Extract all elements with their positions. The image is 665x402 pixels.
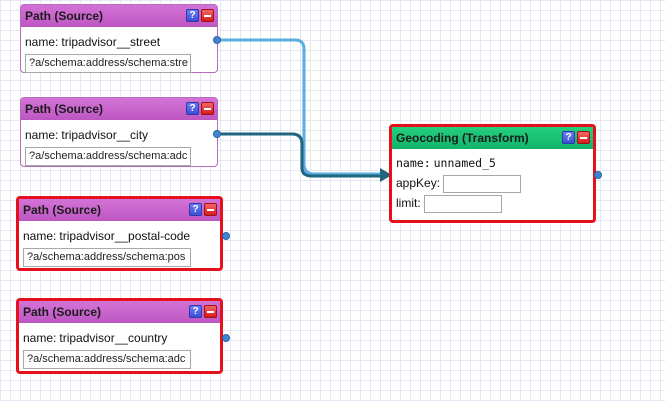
name-value: tripadvisor__country	[59, 331, 168, 345]
wire-city-to-geocoding[interactable]	[218, 132, 382, 178]
output-port[interactable]	[213, 130, 221, 138]
node-title: Path (Source)	[25, 9, 104, 23]
node-header[interactable]: Path (Source) ?	[19, 199, 220, 221]
name-field: name: tripadvisor__country	[23, 328, 216, 348]
appkey-label: appKey:	[396, 176, 441, 190]
node-title: Path (Source)	[23, 305, 102, 319]
source-node-street[interactable]: Path (Source) ? name: tripadvisor__street…	[20, 4, 221, 73]
output-port[interactable]	[222, 232, 230, 240]
name-field: name: tripadvisor__street	[25, 32, 213, 52]
path-input[interactable]: ?a/schema:address/schema:pos	[23, 248, 191, 267]
name-field: name: tripadvisor__postal-code	[23, 226, 216, 246]
name-field: name: unnamed_5	[396, 153, 589, 173]
help-icon[interactable]: ?	[186, 102, 199, 115]
name-label: name:	[25, 35, 59, 49]
help-icon[interactable]: ?	[562, 131, 575, 144]
remove-icon[interactable]	[201, 9, 214, 22]
limit-label: limit:	[396, 196, 421, 210]
node-header[interactable]: Path (Source) ?	[21, 5, 217, 27]
node-title: Path (Source)	[23, 203, 102, 217]
name-value: unnamed_5	[433, 156, 496, 170]
name-value: tripadvisor__city	[61, 128, 149, 142]
name-label: name:	[23, 331, 57, 345]
name-label: name:	[23, 229, 57, 243]
node-header[interactable]: Path (Source) ?	[21, 98, 217, 120]
node-title: Geocoding (Transform)	[396, 131, 529, 145]
appkey-input[interactable]	[443, 174, 522, 193]
path-input[interactable]: ?a/schema:address/schema:adc	[23, 350, 191, 369]
node-title: Path (Source)	[25, 102, 104, 116]
workflow-canvas[interactable]: Path (Source) ? name: tripadvisor__street…	[0, 0, 665, 402]
output-port[interactable]	[222, 334, 230, 342]
transform-node-geocoding[interactable]: Geocoding (Transform) ? name: unnamed_5 a…	[389, 124, 602, 223]
name-field: name: tripadvisor__city	[25, 125, 213, 145]
help-icon[interactable]: ?	[189, 305, 202, 318]
wire-street-to-geocoding[interactable]	[218, 38, 382, 176]
limit-field: limit:	[396, 193, 589, 213]
name-value: tripadvisor__postal-code	[59, 229, 191, 243]
help-icon[interactable]: ?	[186, 9, 199, 22]
remove-icon[interactable]	[204, 305, 217, 318]
appkey-field: appKey:	[396, 173, 589, 193]
source-node-city[interactable]: Path (Source) ? name: tripadvisor__city ?…	[20, 97, 221, 167]
limit-input[interactable]	[423, 194, 502, 213]
output-port[interactable]	[213, 36, 221, 44]
remove-icon[interactable]	[201, 102, 214, 115]
remove-icon[interactable]	[204, 203, 217, 216]
node-header[interactable]: Path (Source) ?	[19, 301, 220, 323]
source-node-country[interactable]: Path (Source) ? name: tripadvisor__countr…	[16, 298, 230, 374]
name-label: name:	[25, 128, 59, 142]
help-icon[interactable]: ?	[189, 203, 202, 216]
remove-icon[interactable]	[577, 131, 590, 144]
name-label: name:	[396, 156, 431, 170]
name-value: tripadvisor__street	[61, 35, 161, 49]
source-node-postal-code[interactable]: Path (Source) ? name: tripadvisor__postal…	[16, 196, 230, 271]
path-input[interactable]: ?a/schema:address/schema:stre	[25, 54, 191, 73]
output-port[interactable]	[594, 171, 602, 179]
node-header[interactable]: Geocoding (Transform) ?	[392, 127, 593, 149]
path-input[interactable]: ?a/schema:address/schema:adc	[25, 147, 191, 166]
